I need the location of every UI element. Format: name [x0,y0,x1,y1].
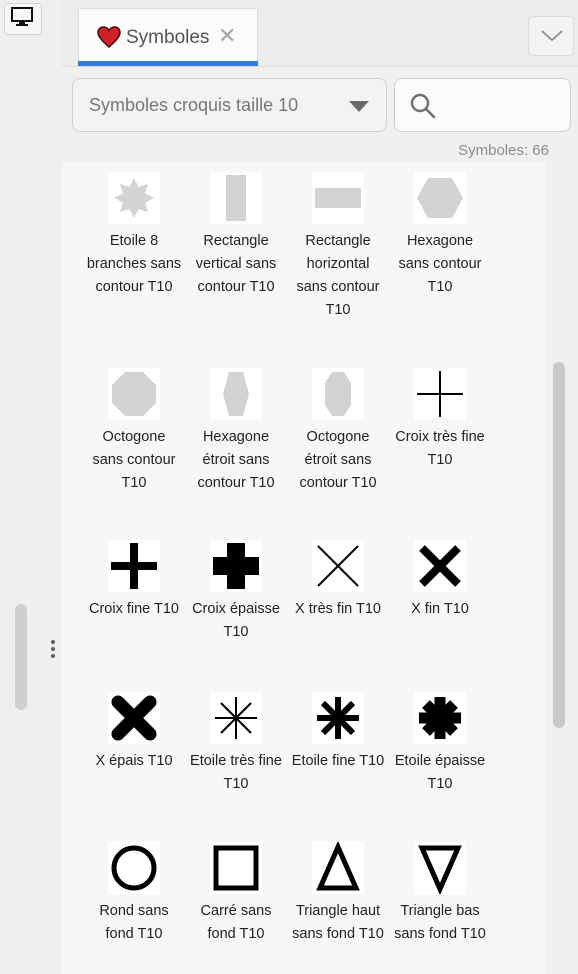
symbol-label: Triangle bas sans fond T10 [394,903,486,942]
symbol-count: Symboles: 66 [458,142,549,159]
rect-vertical-gray-icon [210,172,262,224]
square-outline-icon [210,842,262,894]
octagon-narrow-gray-icon [312,368,364,420]
left-toolbar [0,0,44,974]
heart-icon [97,26,121,48]
search-icon [410,93,436,119]
monitor-icon [11,7,33,26]
symbol-label: Etoile fine T10 [291,753,385,769]
symbols-panel: Symboles ✕ Symboles croquis taille 10 Sy… [62,0,578,974]
symbol-label: Croix très fine T10 [395,429,485,468]
cross-medium-icon [108,540,160,592]
asterisk-thick-icon [414,692,466,744]
symbol-label: Etoile 8 branches sans contour T10 [86,233,182,295]
symbol-label: Octogone sans contour T10 [92,429,176,491]
star8-filled-gray-icon [108,172,160,224]
left-scrollbar-thumb[interactable] [15,604,27,710]
symbol-label: Rectangle horizontal sans contour T10 [296,233,380,318]
asterisk-medium-icon [312,692,364,744]
symbol-label: Hexagone étroit sans contour T10 [197,429,275,491]
octagon-gray-icon [108,368,160,420]
symbol-grid: Etoile 8 branches sans contour T10 Rectan… [62,162,546,974]
rect-horizontal-gray-icon [312,172,364,224]
symbol-label: Etoile très fine T10 [190,753,282,792]
monitor-button[interactable] [4,3,42,35]
symbol-label: Rond sans fond T10 [99,903,169,942]
symbol-label: X très fin T10 [295,601,381,617]
tab-symboles[interactable]: Symboles ✕ [78,8,258,66]
symbol-label: Croix fine T10 [89,601,179,617]
tabs-menu-button[interactable] [528,16,574,56]
symbol-label: Etoile épaisse T10 [394,753,486,792]
asterisk-thin-icon [210,692,262,744]
symbol-label: Triangle haut sans fond T10 [292,903,384,942]
drag-handle-icon[interactable] [51,640,55,661]
symbol-label: Rectangle vertical sans contour T10 [195,233,277,295]
cross-thin-icon [414,368,466,420]
x-thin-icon [312,540,364,592]
chevron-down-icon [541,30,563,42]
tab-bar: Symboles ✕ [62,0,578,67]
search-input[interactable] [443,91,565,121]
cross-thick-icon [210,540,262,592]
symbol-label: X fin T10 [411,601,469,617]
triangle-down-outline-icon [414,842,466,894]
hexagon-narrow-gray-icon [210,368,262,420]
caret-down-icon [349,101,369,112]
library-dropdown[interactable]: Symboles croquis taille 10 [72,78,387,132]
x-medium-icon [414,540,466,592]
library-dropdown-value: Symboles croquis taille 10 [89,95,299,115]
circle-outline-icon [108,842,160,894]
triangle-up-outline-icon [312,842,364,894]
scrollbar-thumb[interactable] [553,362,565,728]
symbol-label: X épais T10 [95,753,173,769]
symbol-label: Croix épaisse T10 [192,601,280,640]
hexagon-gray-icon [414,172,466,224]
panel-splitter[interactable] [44,0,62,974]
tab-title: Symboles [126,27,210,48]
symbol-label: Octogone étroit sans contour T10 [299,429,377,491]
symbol-label: Carré sans fond T10 [200,903,272,942]
symbol-label: Hexagone sans contour T10 [398,233,482,295]
active-tab-indicator [78,61,258,66]
close-icon[interactable]: ✕ [218,23,236,49]
search-box[interactable] [394,78,571,132]
x-thick-icon [108,692,160,744]
